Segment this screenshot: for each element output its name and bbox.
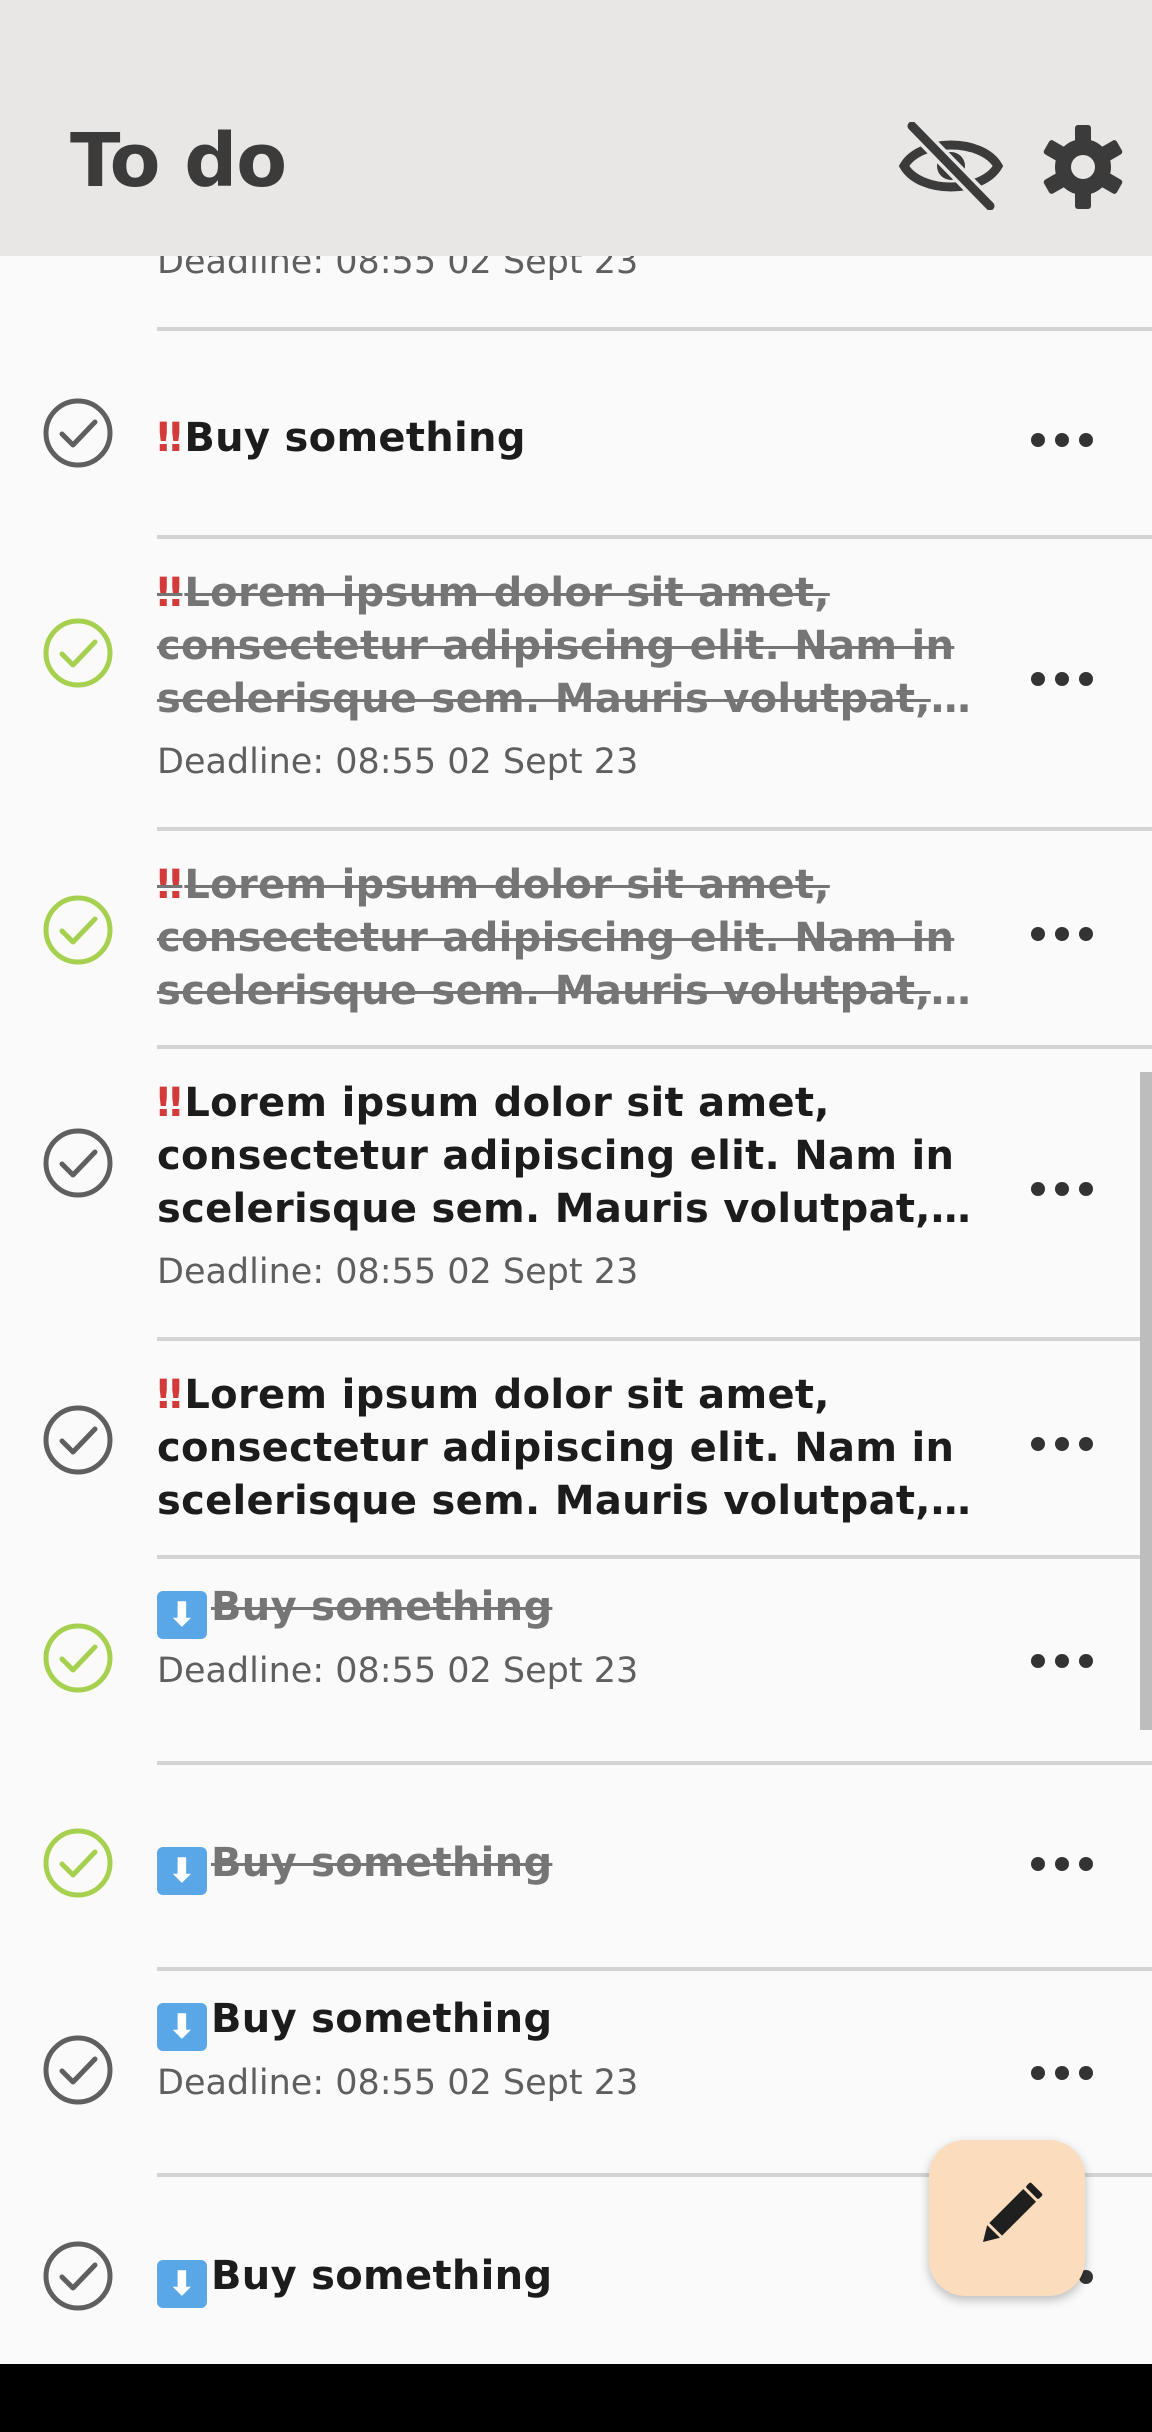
more-options-icon[interactable] bbox=[1024, 420, 1100, 460]
list-item[interactable]: ⬇ Buy something Deadline: 08:55 02 Sept 2… bbox=[0, 1559, 1152, 1765]
task-title: ⬇ Buy something bbox=[157, 1837, 987, 1895]
app-bar: To do bbox=[0, 0, 1152, 256]
priority-high-icon: ‼ bbox=[157, 1080, 183, 1126]
task-deadline: Deadline: 08:55 02 Sept 23 bbox=[157, 256, 639, 282]
system-navigation-bar bbox=[0, 2364, 1152, 2432]
task-list[interactable]: Deadline: 08:55 02 Sept 23 ‼Buy somethin… bbox=[0, 256, 1152, 2364]
priority-low-icon: ⬇ bbox=[157, 2260, 207, 2308]
settings-button[interactable] bbox=[1040, 124, 1126, 210]
list-item[interactable]: ‼Lorem ipsum dolor sit amet, consectetur… bbox=[0, 539, 1152, 827]
task-title: ‼Lorem ipsum dolor sit amet, consectetur… bbox=[157, 1372, 955, 1524]
priority-high-icon: ‼ bbox=[157, 1372, 183, 1418]
gear-icon bbox=[1043, 125, 1123, 209]
task-deadline: Deadline: 08:55 02 Sept 23 bbox=[157, 2063, 639, 2103]
check-circle-icon[interactable] bbox=[42, 894, 114, 966]
task-title: ⬇ Buy something bbox=[157, 2250, 987, 2308]
task-deadline: Deadline: 08:55 02 Sept 23 bbox=[157, 742, 639, 782]
page-title: To do bbox=[70, 118, 287, 204]
priority-high-icon: ‼ bbox=[157, 570, 183, 616]
more-options-icon[interactable] bbox=[1024, 1169, 1100, 1209]
more-options-icon[interactable] bbox=[1024, 914, 1100, 954]
list-item[interactable]: ‼Buy something bbox=[0, 331, 1152, 539]
priority-high-icon: ‼ bbox=[157, 862, 183, 908]
check-circle-icon[interactable] bbox=[42, 617, 114, 689]
check-circle-icon[interactable] bbox=[42, 1622, 114, 1694]
list-item[interactable]: ‼Lorem ipsum dolor sit amet, consectetur… bbox=[0, 1341, 1152, 1555]
task-title: ‼Buy something bbox=[157, 415, 526, 461]
priority-low-icon: ⬇ bbox=[157, 1847, 207, 1895]
check-circle-icon[interactable] bbox=[42, 2034, 114, 2106]
check-circle-icon[interactable] bbox=[42, 1827, 114, 1899]
task-title: ‼Lorem ipsum dolor sit amet, consectetur… bbox=[157, 862, 955, 1014]
check-circle-icon[interactable] bbox=[42, 1127, 114, 1199]
more-options-icon[interactable] bbox=[1024, 1424, 1100, 1464]
task-title: ⬇ Buy something bbox=[157, 1993, 987, 2051]
more-options-icon[interactable] bbox=[1024, 1844, 1100, 1884]
hide-completed-button[interactable] bbox=[898, 120, 1004, 212]
check-circle-icon[interactable] bbox=[42, 1404, 114, 1476]
more-options-icon[interactable] bbox=[1024, 659, 1100, 699]
add-task-button[interactable] bbox=[929, 2140, 1085, 2296]
check-circle-icon[interactable] bbox=[42, 2240, 114, 2312]
task-title: ‼Lorem ipsum dolor sit amet, consectetur… bbox=[157, 570, 955, 722]
task-deadline: Deadline: 08:55 02 Sept 23 bbox=[157, 1252, 639, 1292]
scrollbar[interactable] bbox=[1140, 1072, 1152, 1730]
priority-low-icon: ⬇ bbox=[157, 1591, 207, 1639]
more-options-icon[interactable] bbox=[1024, 1641, 1100, 1681]
priority-low-icon: ⬇ bbox=[157, 2003, 207, 2051]
task-title: ⬇ Buy something bbox=[157, 1581, 987, 1639]
list-item[interactable]: Deadline: 08:55 02 Sept 23 bbox=[0, 256, 1152, 286]
task-title: ‼Lorem ipsum dolor sit amet, consectetur… bbox=[157, 1080, 955, 1232]
eye-off-icon bbox=[898, 120, 1004, 212]
priority-high-icon: ‼ bbox=[157, 415, 183, 461]
list-item[interactable]: ⬇ Buy something bbox=[0, 1765, 1152, 1971]
more-options-icon[interactable] bbox=[1024, 2053, 1100, 2093]
task-deadline: Deadline: 08:55 02 Sept 23 bbox=[157, 1651, 639, 1691]
pencil-icon bbox=[982, 2182, 1043, 2243]
list-item[interactable]: ‼Lorem ipsum dolor sit amet, consectetur… bbox=[0, 1049, 1152, 1337]
list-item[interactable]: ‼Lorem ipsum dolor sit amet, consectetur… bbox=[0, 831, 1152, 1045]
check-circle-icon[interactable] bbox=[42, 397, 114, 469]
